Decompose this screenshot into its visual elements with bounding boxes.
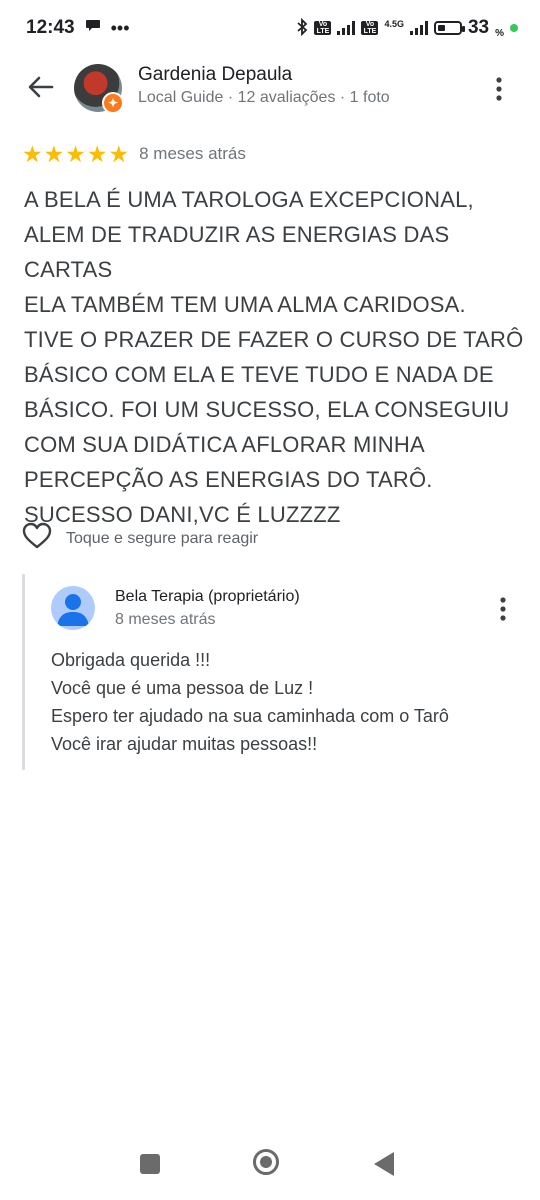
battery-percent: 33 [467,17,490,38]
review-time: 8 meses atrás [139,144,246,163]
owner-name: Bela Terapia (proprietário) [115,588,300,605]
local-guide-badge-icon: ✦ [102,92,124,114]
signal-icon-2 [409,21,428,35]
circle-home-icon[interactable] [253,1149,279,1175]
square-icon[interactable] [140,1154,160,1174]
privacy-indicator-icon [510,24,518,32]
owner-reply: Bela Terapia (proprietário) 8 meses atrá… [22,574,525,770]
owner-avatar[interactable] [51,586,95,630]
review-header: ✦ Gardenia Depaula Local Guide · 12 aval… [0,56,540,120]
signal-icon [337,21,356,35]
heart-outline-icon[interactable] [22,522,52,555]
more-notifications-icon: ••• [110,17,130,38]
chat-bubble-icon [85,17,101,39]
bluetooth-icon [296,17,308,39]
status-time: 12:43 [26,17,75,38]
react-label: Toque e segure para reagir [66,529,259,547]
star-icon: ★ [86,141,108,167]
star-icon: ★ [22,141,43,167]
star-icon: ★ [43,141,65,167]
owner-reply-time: 8 meses atrás [115,611,216,628]
more-vert-icon[interactable] [488,74,510,104]
network-type-label: 4.5G [384,19,404,29]
system-nav-bar [0,1140,540,1190]
react-button[interactable]: Toque e segure para reagir [22,522,258,555]
volte-icon-2: Vo LTE [361,21,379,35]
star-icon: ★ [65,141,86,167]
rating-row: ★ ★ ★ ★ ★ 8 meses atrás [22,142,246,166]
star-rating: ★ ★ ★ ★ ★ [22,142,129,166]
reviewer-meta: Local Guide · 12 avaliações · 1 foto [138,89,390,106]
arrow-left-icon[interactable] [24,70,58,104]
triangle-back-icon[interactable] [374,1152,394,1176]
review-text: A BELA É UMA TAROLOGA EXCEPCIONAL, ALEM … [24,187,524,527]
more-vert-icon[interactable] [492,594,514,624]
battery-icon [433,21,465,35]
battery-unit: % [495,28,504,39]
volte-icon: Vo LTE [314,21,332,35]
owner-reply-text: Obrigada querida !!! Você que é uma pess… [51,650,449,754]
star-icon: ★ [108,141,130,167]
reviewer-name[interactable]: Gardenia Depaula [138,64,292,86]
status-bar: 12:43 ••• Vo LTE Vo LTE 4.5G 33 % [0,0,540,56]
